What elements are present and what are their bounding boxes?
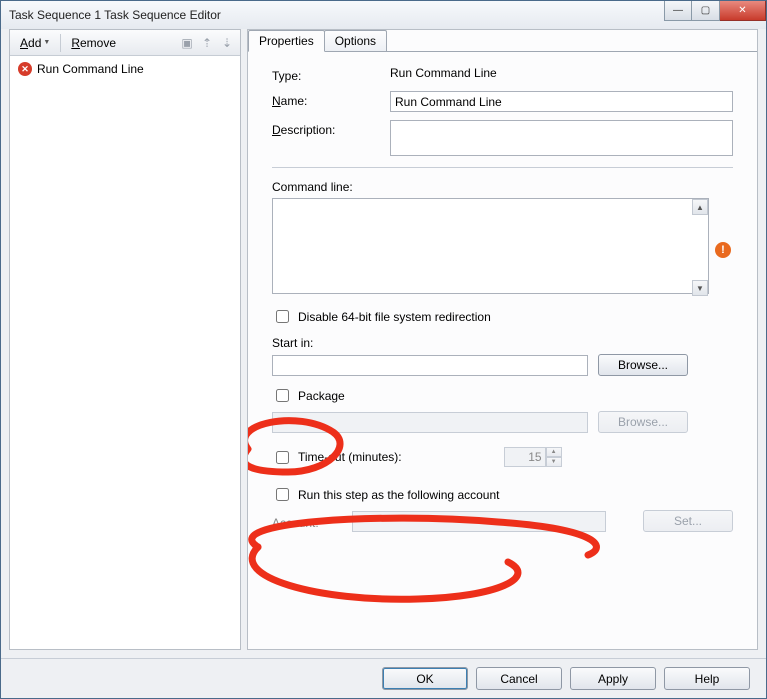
apply-button[interactable]: Apply bbox=[570, 667, 656, 690]
task-tree[interactable]: ✕ Run Command Line bbox=[10, 56, 240, 649]
remove-button[interactable]: Remove bbox=[65, 34, 122, 52]
type-value: Run Command Line bbox=[390, 66, 733, 80]
scroll-down-icon[interactable]: ▼ bbox=[692, 280, 708, 296]
commandline-input[interactable] bbox=[272, 198, 709, 294]
tree-item[interactable]: ✕ Run Command Line bbox=[14, 60, 236, 78]
warning-icon: ! bbox=[715, 242, 731, 258]
disable64-checkbox[interactable] bbox=[276, 310, 289, 323]
chevron-down-icon: ▼ bbox=[43, 39, 50, 46]
package-label: Package bbox=[298, 389, 345, 403]
disable64-label: Disable 64-bit file system redirection bbox=[298, 310, 491, 324]
close-button[interactable]: ✕ bbox=[720, 1, 766, 21]
error-icon: ✕ bbox=[18, 62, 32, 76]
help-button[interactable]: Help bbox=[664, 667, 750, 690]
move-up-icon[interactable]: ⇡ bbox=[198, 34, 216, 52]
description-input[interactable] bbox=[390, 120, 733, 156]
name-label: Name: bbox=[272, 91, 390, 108]
description-label: Description: bbox=[272, 120, 390, 137]
remove-label: Remove bbox=[71, 36, 116, 50]
minimize-button[interactable]: ― bbox=[664, 1, 692, 21]
timeout-checkbox[interactable] bbox=[276, 451, 289, 464]
browse-startin-button[interactable]: Browse... bbox=[598, 354, 688, 376]
runas-label: Run this step as the following account bbox=[298, 488, 499, 502]
tree-item-label: Run Command Line bbox=[37, 62, 144, 76]
window-title: Task Sequence 1 Task Sequence Editor bbox=[1, 8, 664, 22]
spinner-up-icon: ▲ bbox=[546, 447, 562, 457]
divider bbox=[272, 167, 733, 168]
toolbar-separator bbox=[60, 34, 61, 52]
add-label: Add bbox=[20, 36, 41, 50]
move-down-icon[interactable]: ⇣ bbox=[218, 34, 236, 52]
type-label: Type: bbox=[272, 66, 390, 83]
add-menu[interactable]: Add ▼ bbox=[14, 34, 56, 52]
scroll-up-icon[interactable]: ▲ bbox=[692, 199, 708, 215]
spinner-down-icon: ▼ bbox=[546, 457, 562, 467]
startin-label: Start in: bbox=[272, 336, 733, 350]
timeout-spinner bbox=[504, 447, 546, 467]
package-checkbox[interactable] bbox=[276, 389, 289, 402]
set-account-button: Set... bbox=[643, 510, 733, 532]
package-input bbox=[272, 412, 588, 433]
cancel-button[interactable]: Cancel bbox=[476, 667, 562, 690]
tab-options[interactable]: Options bbox=[324, 30, 387, 52]
browse-package-button: Browse... bbox=[598, 411, 688, 433]
startin-input[interactable] bbox=[272, 355, 588, 376]
ok-button[interactable]: OK bbox=[382, 667, 468, 690]
commandline-label: Command line: bbox=[272, 180, 733, 194]
new-group-icon[interactable]: ▣ bbox=[178, 34, 196, 52]
timeout-label: Time-out (minutes): bbox=[298, 450, 402, 464]
account-label: Account: bbox=[272, 513, 352, 530]
tab-properties[interactable]: Properties bbox=[248, 30, 325, 52]
runas-checkbox[interactable] bbox=[276, 488, 289, 501]
maximize-button[interactable]: ▢ bbox=[692, 1, 720, 21]
account-input bbox=[352, 511, 606, 532]
name-input[interactable] bbox=[390, 91, 733, 112]
